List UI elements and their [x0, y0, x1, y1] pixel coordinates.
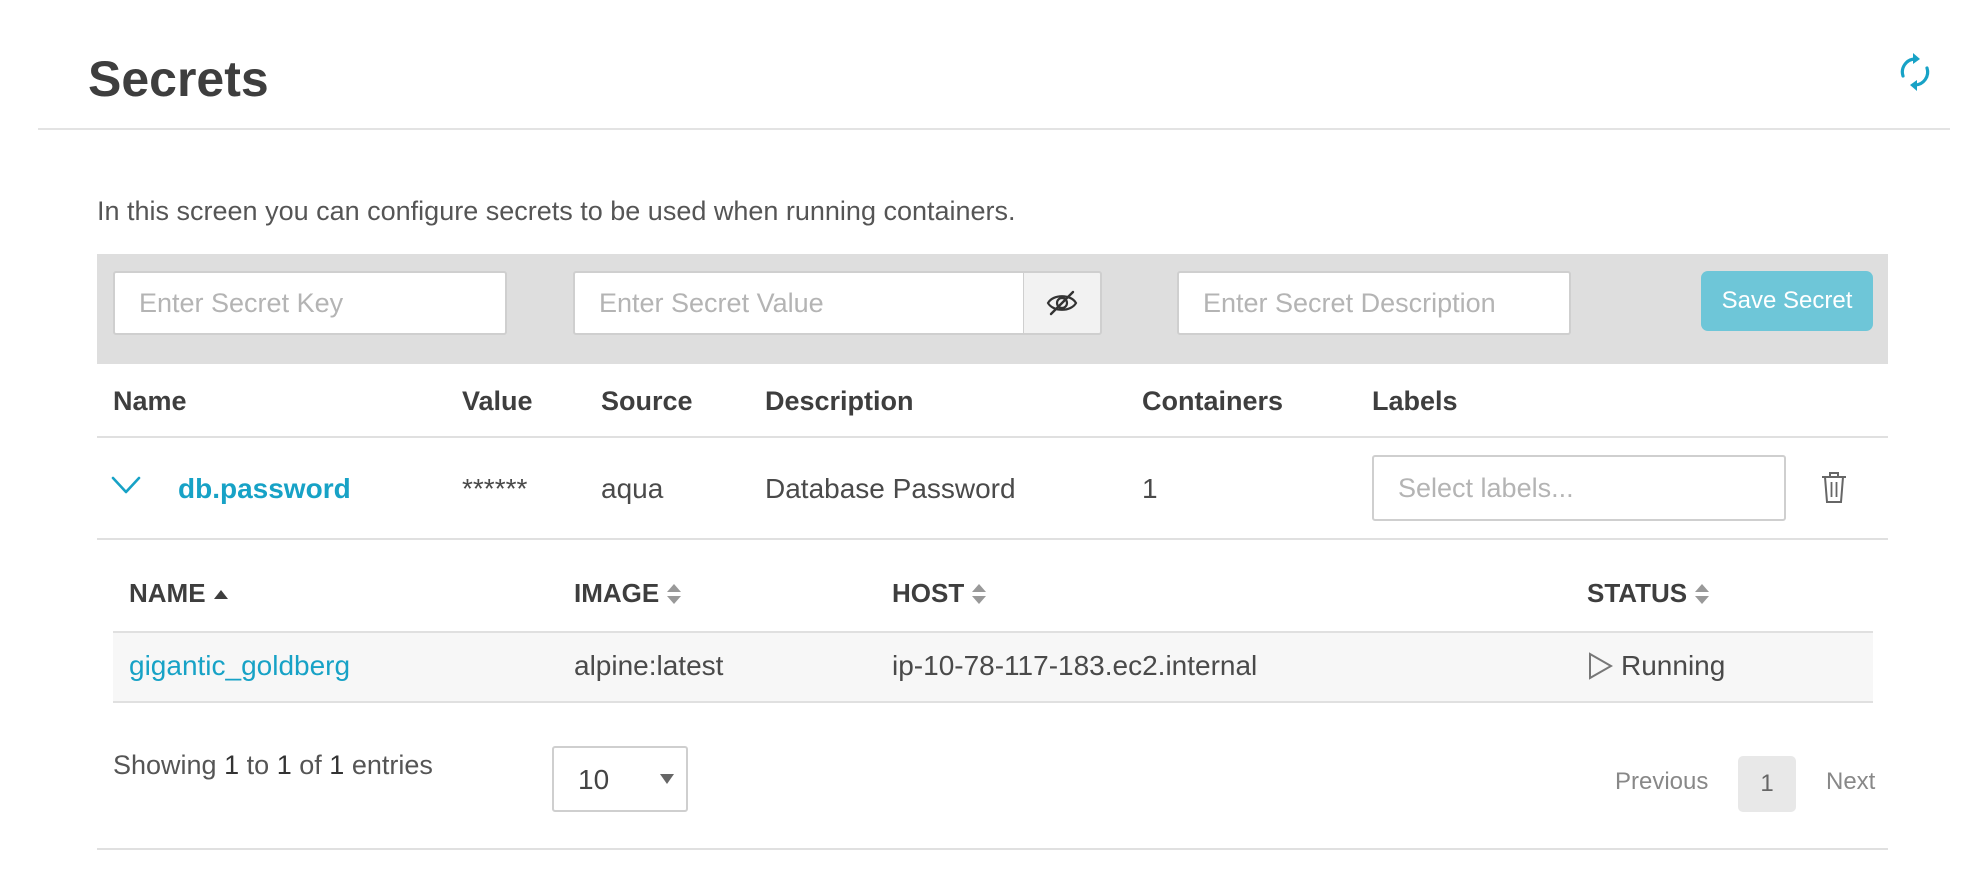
column-header-name: Name [113, 386, 187, 416]
info-to-word: to [246, 750, 270, 780]
sub-column-header-status[interactable]: STATUS [1587, 578, 1711, 609]
play-icon [1589, 652, 1613, 680]
status-label: Running [1621, 650, 1726, 681]
column-header-labels: Labels [1372, 386, 1458, 416]
column-header-source: Source [601, 386, 693, 416]
container-host: ip-10-78-117-183.ec2.internal [892, 650, 1258, 681]
sub-column-header-name[interactable]: NAME [129, 578, 230, 609]
column-header-value: Value [462, 386, 533, 416]
info-from: 1 [224, 750, 240, 780]
sort-icon [1695, 583, 1710, 604]
info-entries-word: entries [351, 750, 433, 780]
secret-key-input[interactable] [113, 271, 507, 335]
page-title: Secrets [88, 51, 269, 107]
secret-description-input[interactable] [1177, 271, 1571, 335]
info-prefix: Showing [113, 750, 217, 780]
divider [97, 848, 1888, 850]
secret-form: Save Secret [97, 254, 1888, 364]
entries-info: Showing 1 to 1 of 1 entries [113, 750, 433, 781]
secret-containers-count: 1 [1142, 473, 1158, 504]
info-total: 1 [329, 750, 345, 780]
sub-column-header-host[interactable]: HOST [892, 578, 988, 609]
page-size-value: 10 [578, 764, 610, 795]
chevron-down-icon[interactable] [110, 472, 142, 498]
page-header: Secrets [38, 0, 1950, 130]
container-image: alpine:latest [574, 650, 724, 681]
labels-select[interactable] [1372, 455, 1786, 521]
previous-page-button[interactable]: Previous [1615, 768, 1708, 796]
sub-column-header-label: HOST [892, 578, 965, 608]
sub-column-header-label: STATUS [1587, 578, 1688, 608]
toggle-visibility-button[interactable] [1024, 271, 1102, 335]
sub-column-header-label: IMAGE [574, 578, 660, 608]
sort-icon [667, 583, 682, 604]
sort-asc-icon [213, 589, 228, 599]
refresh-icon[interactable] [1893, 50, 1937, 94]
info-of-word: of [299, 750, 322, 780]
secret-description: Database Password [765, 473, 1016, 504]
container-name-link[interactable]: gigantic_goldberg [129, 650, 350, 682]
divider [97, 436, 1888, 438]
caret-down-icon [660, 774, 674, 784]
secret-source: aqua [601, 473, 664, 504]
page-button-current[interactable]: 1 [1738, 756, 1796, 812]
divider [97, 538, 1888, 540]
next-page-button[interactable]: Next [1826, 768, 1875, 796]
trash-icon[interactable] [1820, 470, 1848, 504]
secret-value-input[interactable] [573, 271, 1025, 335]
intro-text: In this screen you can configure secrets… [97, 196, 1016, 226]
eye-off-icon [1046, 290, 1078, 316]
container-status: Running [1587, 650, 1725, 682]
sub-column-header-label: NAME [129, 578, 206, 608]
info-to: 1 [276, 750, 292, 780]
secret-value: ****** [462, 473, 528, 504]
save-secret-button[interactable]: Save Secret [1701, 271, 1873, 331]
sub-column-header-image[interactable]: IMAGE [574, 578, 683, 609]
column-header-description: Description [765, 386, 914, 416]
sort-icon [972, 583, 987, 604]
secret-name-link[interactable]: db.password [178, 473, 351, 505]
column-header-containers: Containers [1142, 386, 1284, 416]
page-size-select[interactable]: 10 [552, 746, 688, 812]
